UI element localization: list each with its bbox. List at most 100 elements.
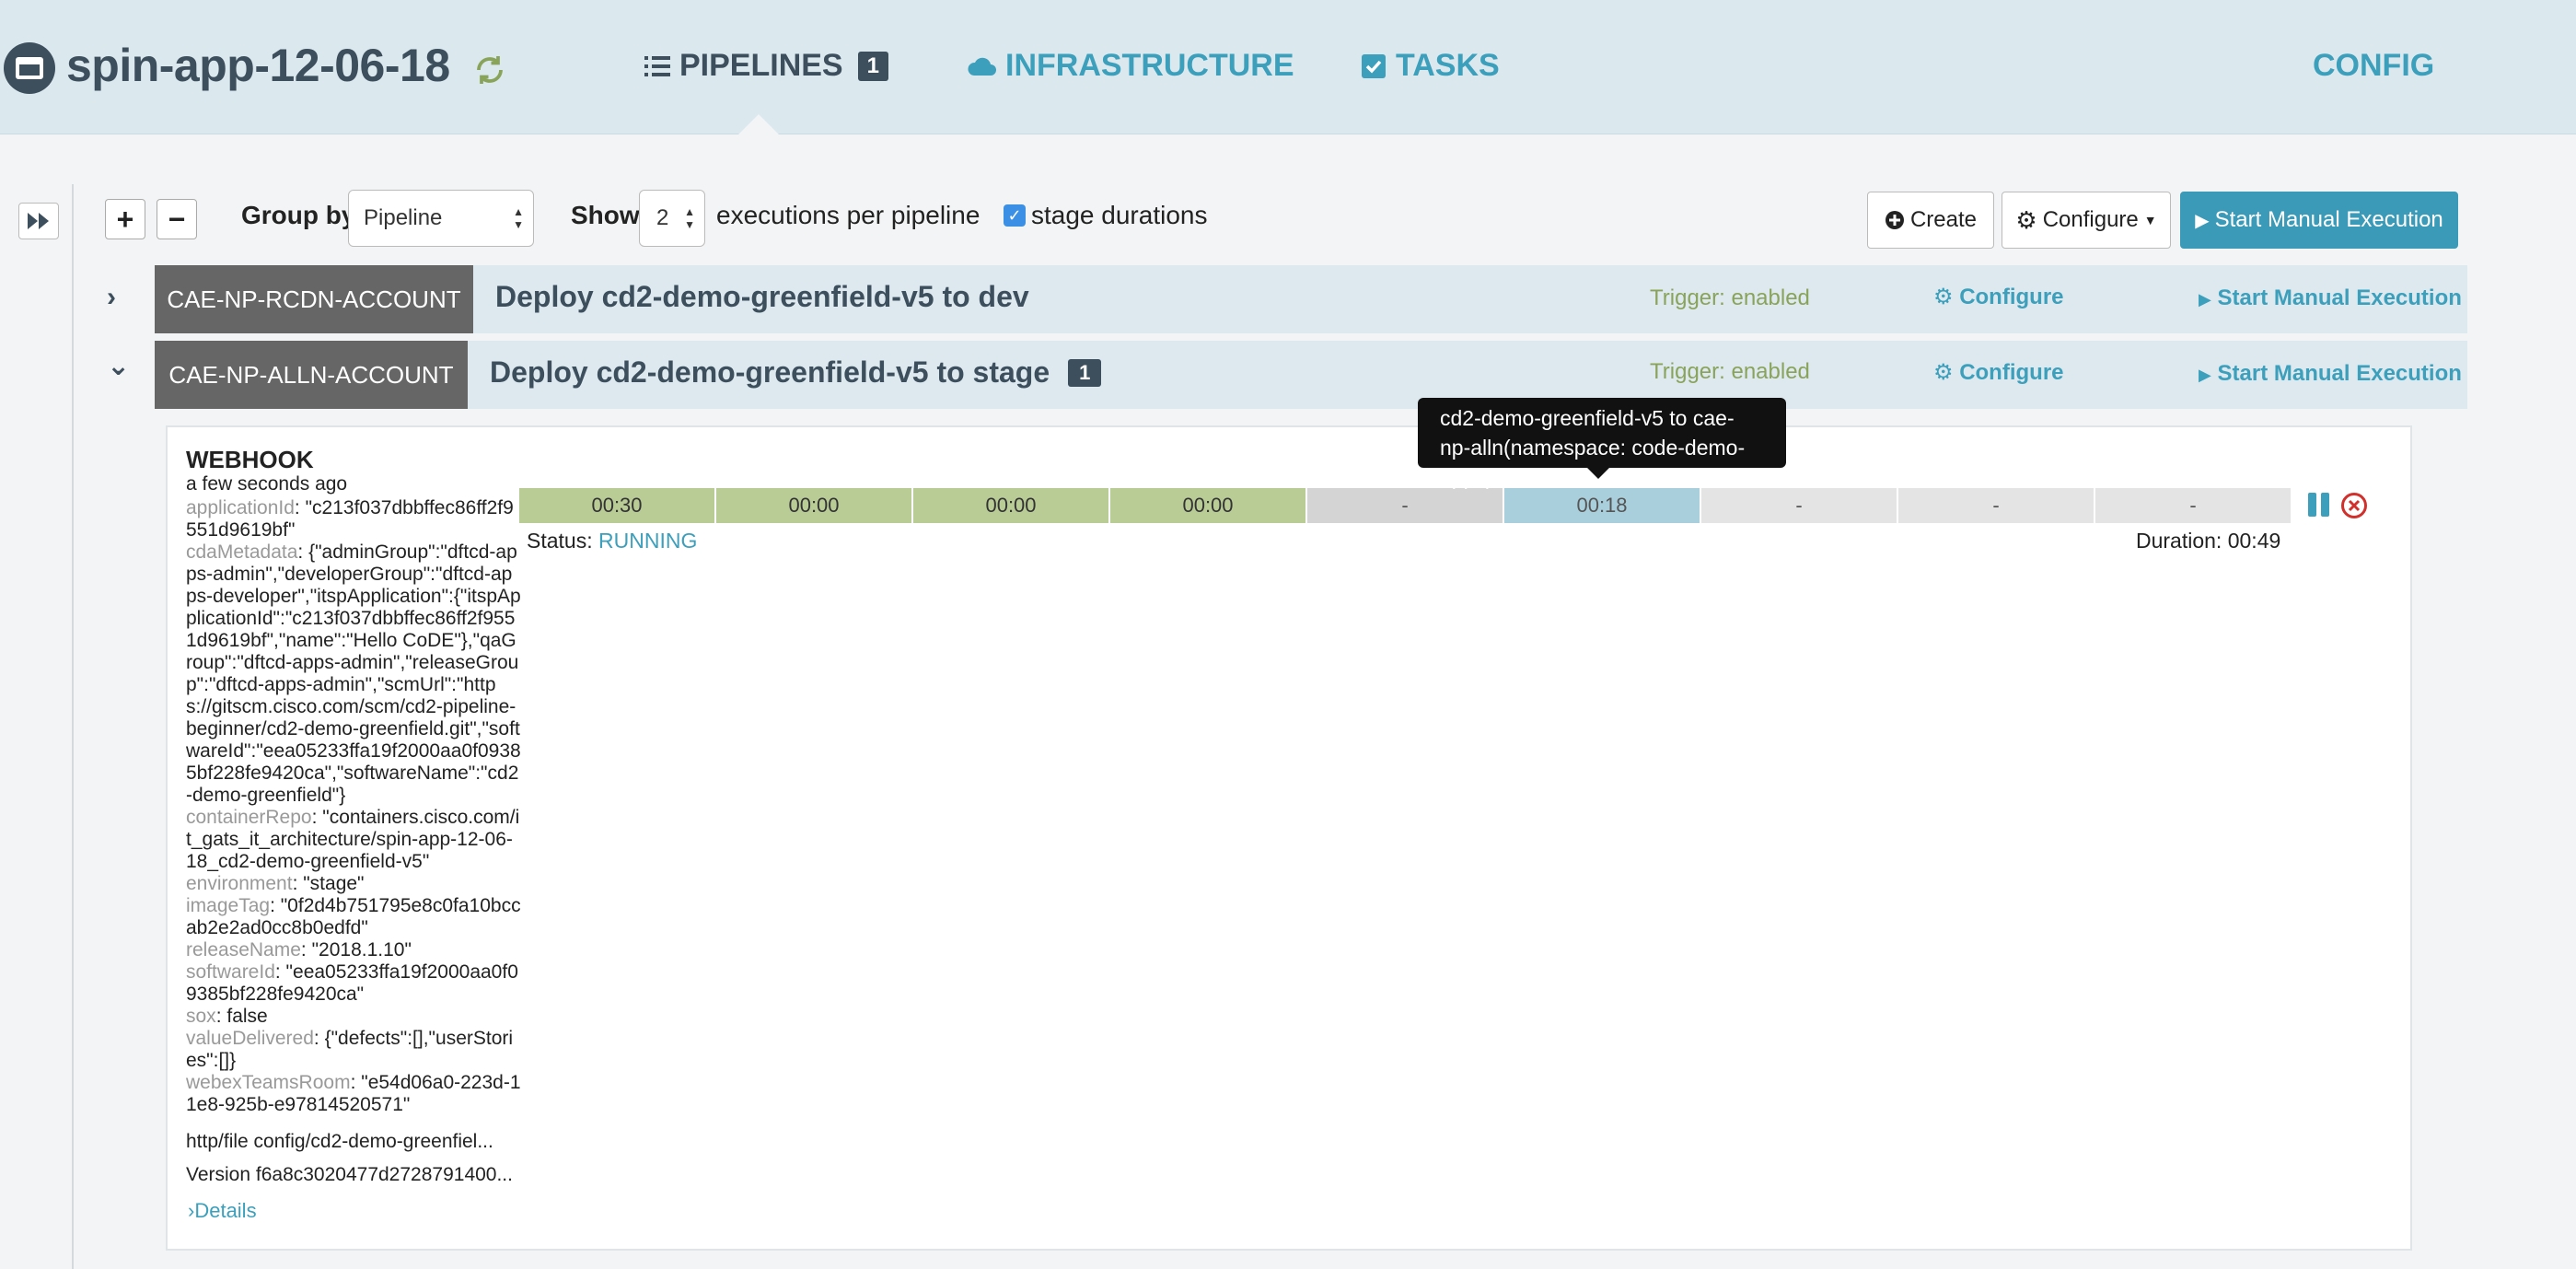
gear-icon: ⚙	[1933, 360, 1954, 385]
expand-all-button[interactable]: +	[105, 199, 145, 239]
pipeline-row[interactable]: CAE-NP-RCDN-ACCOUNT Deploy cd2-demo-gree…	[155, 265, 2467, 333]
stage-segment[interactable]: -	[1898, 488, 2094, 523]
collapse-pipeline-toggle[interactable]: ⌄	[107, 350, 130, 382]
create-button-label: Create	[1909, 207, 1978, 232]
parameter-key: softwareId	[186, 961, 275, 983]
refresh-icon[interactable]	[473, 53, 506, 87]
pipeline-configure-link[interactable]: ⚙ Configure	[1933, 284, 2064, 310]
parameter-row: sox: false	[186, 1006, 521, 1028]
play-icon: ▶	[2199, 290, 2211, 309]
parameter-row: imageTag: "0f2d4b751795e8c0fa10bccab2e2a…	[186, 895, 521, 939]
stage-segment[interactable]: -	[1701, 488, 1897, 523]
parameter-key: releaseName	[186, 939, 301, 960]
application-icon[interactable]	[4, 42, 55, 94]
left-rail	[0, 184, 74, 1269]
executions-per-pipeline-label: executions per pipeline	[716, 201, 981, 229]
nav-pipelines[interactable]: PIPELINES 1	[644, 48, 888, 84]
pipeline-start-manual-link[interactable]: ▶ Start Manual Execution	[2199, 361, 2462, 387]
stage-segment[interactable]: 00:30	[519, 488, 714, 523]
stage-segment[interactable]: 00:00	[1110, 488, 1305, 523]
expand-pipeline-toggle[interactable]: ›	[107, 282, 116, 313]
play-icon: ▶	[2199, 366, 2211, 384]
artifact-http-file: http/file config/cd2-demo-greenfiel...	[186, 1131, 493, 1152]
account-tag: CAE-NP-RCDN-ACCOUNT	[155, 265, 473, 333]
nav-infrastructure[interactable]: INFRASTRUCTURE	[967, 48, 1294, 84]
nav-config-label: CONFIG	[2313, 48, 2435, 83]
details-label: Details	[194, 1199, 257, 1222]
stage-segment[interactable]: -	[2095, 488, 2291, 523]
pipeline-name-text[interactable]: Deploy cd2-demo-greenfield-v5 to dev	[495, 280, 1029, 314]
pipeline-start-label: Start Manual Execution	[2217, 361, 2462, 386]
execution-card: WEBHOOK a few seconds ago applicationId:…	[166, 425, 2412, 1251]
parameter-value: : "stage"	[292, 873, 365, 894]
collapse-all-button[interactable]: −	[157, 199, 197, 239]
create-button[interactable]: Create	[1867, 192, 1994, 249]
group-by-select[interactable]: Pipeline ▲ ▼	[348, 190, 534, 247]
execution-status: Status: RUNNING	[527, 529, 697, 553]
caret-down-icon: ▼	[2143, 213, 2157, 227]
pipeline-configure-link[interactable]: ⚙ Configure	[1933, 359, 2064, 386]
trigger-status: Trigger: enabled	[1650, 359, 1810, 384]
cloud-icon	[968, 57, 996, 76]
running-count-badge: 1	[1068, 358, 1102, 387]
account-tag: CAE-NP-ALLN-ACCOUNT	[155, 341, 468, 409]
parameter-row: cdaMetadata: {"adminGroup":"dftcd-apps-a…	[186, 541, 521, 807]
parameter-row: applicationId: "c213f037dbbffec86ff2f955…	[186, 497, 521, 541]
pipeline-row[interactable]: CAE-NP-ALLN-ACCOUNT Deploy cd2-demo-gree…	[155, 341, 2467, 409]
details-link[interactable]: ›Details	[188, 1199, 257, 1223]
parameter-row: softwareId: "eea05233ffa19f2000aa0f09385…	[186, 961, 521, 1006]
parameter-row: environment: "stage"	[186, 873, 521, 895]
configure-dropdown-button[interactable]: ⚙ Configure ▼	[2002, 192, 2171, 249]
parameter-key: webexTeamsRoom	[186, 1072, 351, 1093]
stage-durations-checkbox[interactable]: ✓	[1004, 204, 1026, 227]
check-square-icon	[1362, 53, 1386, 78]
start-manual-execution-button[interactable]: ▶ Start Manual Execution	[2180, 192, 2458, 249]
plus-circle-icon	[1885, 211, 1904, 229]
configure-button-label: Configure	[2042, 207, 2139, 232]
parameter-key: applicationId	[186, 497, 295, 518]
show-count-select[interactable]: 2 ▲ ▼	[639, 190, 705, 247]
gear-icon: ⚙	[1933, 285, 1954, 309]
pipeline-name-text[interactable]: Deploy cd2-demo-greenfield-v5 to stage	[490, 355, 1050, 390]
select-arrows-icon: ▲ ▼	[684, 205, 695, 231]
parameter-key: environment	[186, 873, 293, 894]
trigger-parameters: applicationId: "c213f037dbbffec86ff2f955…	[186, 497, 521, 1116]
expand-filters-button[interactable]	[18, 203, 59, 239]
stage-segment[interactable]: 00:00	[716, 488, 911, 523]
parameter-key: cdaMetadata	[186, 541, 298, 563]
execution-duration: Duration: 00:49	[2136, 529, 2281, 553]
nav-config[interactable]: CONFIG	[2313, 48, 2434, 84]
active-nav-caret	[737, 114, 781, 136]
stage-segment[interactable]: -	[1307, 488, 1503, 523]
stage-segment[interactable]: 00:18	[1504, 488, 1700, 523]
app-title[interactable]: spin-app-12-06-18	[66, 39, 450, 92]
cancel-icon[interactable]	[2340, 492, 2368, 519]
nav-tasks-label: TASKS	[1396, 48, 1500, 83]
fast-forward-icon	[28, 213, 49, 229]
nav-tasks[interactable]: TASKS	[1361, 48, 1500, 84]
group-by-value: Pipeline	[364, 205, 443, 230]
pipeline-configure-label: Configure	[1959, 360, 2064, 385]
parameter-value: : {"adminGroup":"dftcd-apps-admin","deve…	[186, 541, 521, 806]
list-icon	[644, 55, 670, 76]
parameter-row: releaseName: "2018.1.10"	[186, 939, 521, 961]
pipeline-configure-label: Configure	[1959, 285, 2064, 309]
pipeline-name: Deploy cd2-demo-greenfield-v5 to stage 1	[490, 355, 1102, 390]
stage-segment[interactable]: 00:00	[913, 488, 1108, 523]
gear-icon: ⚙	[2015, 205, 2037, 234]
artifact-version: Version f6a8c3020477d2728791400...	[186, 1164, 513, 1185]
parameter-row: containerRepo: "containers.cisco.com/it_…	[186, 807, 521, 873]
execution-time: a few seconds ago	[186, 473, 348, 495]
group-by-label: Group by	[241, 201, 356, 229]
stage-durations-label: stage durations	[1031, 201, 1208, 229]
pipeline-name: Deploy cd2-demo-greenfield-v5 to dev	[495, 280, 1029, 314]
pipeline-start-manual-link[interactable]: ▶ Start Manual Execution	[2199, 285, 2462, 311]
parameter-value: : "2018.1.10"	[300, 939, 412, 960]
show-label: Show	[571, 201, 640, 229]
parameter-key: containerRepo	[186, 807, 312, 828]
pause-icon[interactable]	[2307, 492, 2331, 518]
top-header: spin-app-12-06-18 PIPELINES 1 INFRASTRUC…	[0, 0, 2576, 136]
select-arrows-icon: ▲ ▼	[513, 205, 524, 231]
parameter-row: valueDelivered: {"defects":[],"userStori…	[186, 1028, 521, 1072]
trigger-status: Trigger: enabled	[1650, 285, 1810, 310]
